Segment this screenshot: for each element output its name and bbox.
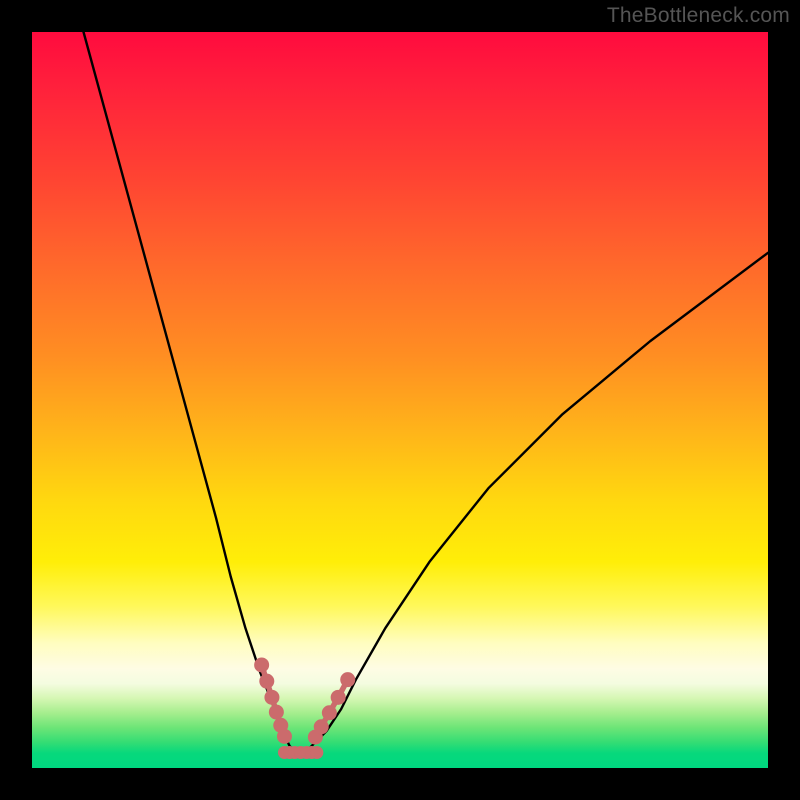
chart-frame: TheBottleneck.com bbox=[0, 0, 800, 800]
plot-area bbox=[32, 32, 768, 768]
tolerance-marker bbox=[331, 690, 346, 705]
tolerance-marker bbox=[269, 705, 284, 720]
tolerance-marker bbox=[322, 705, 337, 720]
tolerance-markers bbox=[254, 657, 355, 759]
bottleneck-curve bbox=[84, 32, 768, 753]
chart-svg bbox=[32, 32, 768, 768]
tolerance-marker bbox=[264, 690, 279, 705]
watermark-text: TheBottleneck.com bbox=[607, 4, 790, 28]
tolerance-marker bbox=[310, 746, 323, 759]
tolerance-marker bbox=[277, 729, 292, 744]
tolerance-marker bbox=[314, 719, 329, 734]
tolerance-marker bbox=[254, 657, 269, 672]
tolerance-marker bbox=[259, 674, 274, 689]
tolerance-marker bbox=[340, 672, 355, 687]
